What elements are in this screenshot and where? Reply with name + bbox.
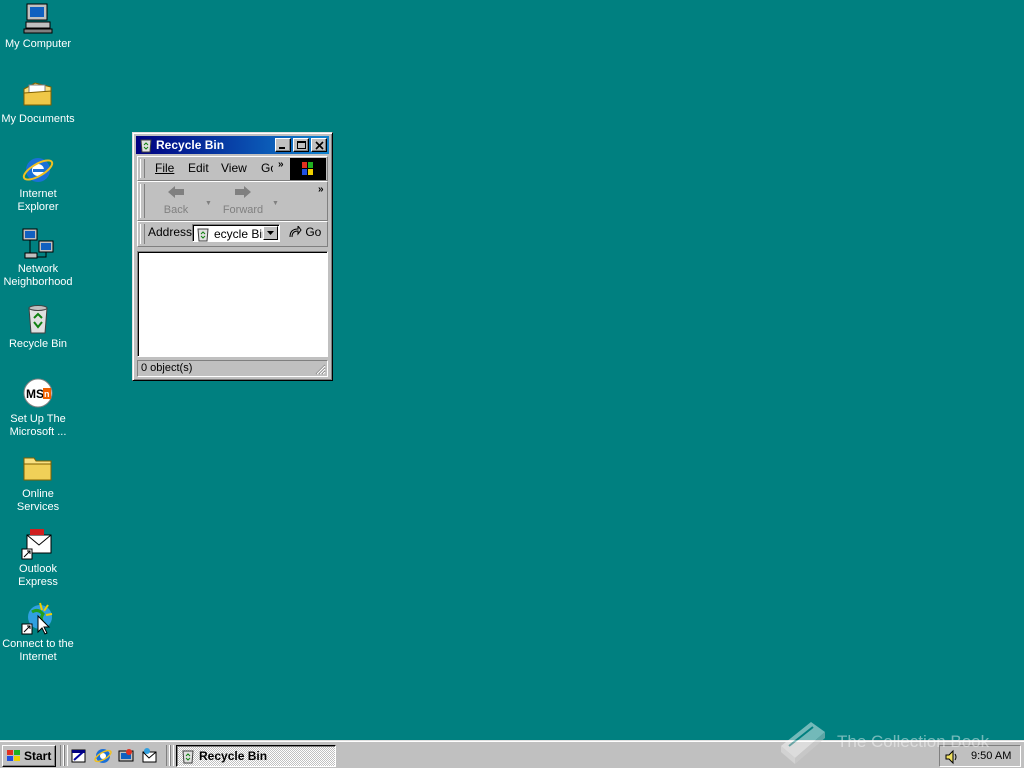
toolbar-chevron[interactable]: » [318, 184, 323, 195]
desktop-icon-internet-explorer[interactable]: Internet Explorer [0, 152, 76, 214]
svg-text:n: n [44, 389, 50, 399]
window-title: Recycle Bin [156, 138, 225, 152]
desktop-icon-network-neighborhood[interactable]: Network Neighborhood [0, 227, 76, 289]
status-text: 0 object(s) [141, 362, 193, 374]
windows-logo [290, 158, 326, 180]
desktop-icon-label: Internet [19, 188, 57, 200]
go-button[interactable]: Go [288, 224, 322, 239]
address-label: Address [148, 225, 193, 239]
file-list-area[interactable] [137, 251, 328, 357]
address-input[interactable]: ecycle Bin [192, 224, 280, 242]
back-arrow-icon [168, 186, 184, 198]
menu-go[interactable]: Go [261, 161, 273, 175]
windows-flag-icon [7, 750, 20, 761]
internet-explorer-icon [22, 158, 54, 182]
address-bar-grip[interactable] [140, 224, 145, 244]
recycle-bin-icon [182, 750, 194, 764]
taskbar-separator [64, 745, 68, 766]
title-bar[interactable]: Recycle Bin [136, 136, 329, 154]
resize-grip-icon[interactable] [314, 363, 326, 375]
desktop-icon-setup-msn[interactable]: MS n Set Up The Microsoft ... [0, 377, 76, 439]
taskbar-button-recycle-bin[interactable]: Recycle Bin [176, 745, 336, 767]
minimize-icon [279, 147, 285, 149]
standard-toolbar: Back ▼ Forward ▼ » [137, 181, 328, 221]
channels-icon[interactable] [117, 747, 135, 765]
recycle-bin-icon [197, 228, 209, 242]
desktop-icon-label: Microsoft ... [9, 426, 67, 438]
menu-bar-grip[interactable] [140, 159, 145, 178]
windows-flag-icon [302, 162, 313, 175]
desktop-icon-recycle-bin[interactable]: Recycle Bin [0, 302, 76, 351]
volume-icon[interactable] [944, 749, 960, 765]
desktop-icon-outlook-express[interactable]: Outlook Express [0, 527, 76, 589]
desktop-icon-label: Express [18, 576, 58, 588]
msn-icon: MS n [23, 378, 53, 408]
menu-edit[interactable]: Edit [188, 161, 209, 175]
recycle-bin-window: Recycle Bin File Edit View Go » [132, 132, 333, 381]
close-button[interactable] [311, 138, 327, 152]
folder-icon [23, 457, 52, 481]
desktop-icon-label: Online [22, 488, 54, 500]
system-tray: 9:50 AM [939, 745, 1021, 767]
desktop-icon-connect-internet[interactable]: Connect to the Internet [0, 602, 76, 664]
maximize-button[interactable] [293, 138, 309, 152]
clock[interactable]: 9:50 AM [971, 750, 1011, 762]
desktop-icon-label: Explorer [17, 201, 59, 213]
desktop-icon-my-documents[interactable]: My Documents [0, 77, 76, 126]
dropdown-arrow-icon [267, 231, 274, 235]
desktop-icon-label: Network [17, 263, 59, 275]
address-dropdown-button[interactable] [263, 226, 278, 240]
menu-bar: File Edit View Go » [137, 156, 328, 181]
maximize-icon [297, 141, 306, 149]
start-label: Start [24, 749, 52, 763]
taskbar: Start Recycle Bin 9:50 AM [0, 740, 1024, 768]
internet-explorer-icon[interactable] [94, 747, 112, 765]
svg-text:MS: MS [26, 387, 44, 401]
connect-wizard-icon [21, 602, 53, 635]
desktop-icon-label: Services [16, 501, 60, 513]
menu-file[interactable]: File [155, 161, 174, 175]
network-icon [22, 228, 54, 259]
computer-icon [23, 3, 53, 34]
go-arrow-icon [289, 224, 302, 238]
documents-folder-icon [23, 82, 52, 106]
address-bar: Address ecycle Bin Go [137, 221, 328, 247]
back-dropdown-icon[interactable]: ▼ [205, 200, 212, 207]
desktop-icon-label: Neighborhood [3, 276, 73, 288]
desktop-icon-online-services[interactable]: Online Services [0, 452, 76, 514]
forward-arrow-icon [235, 186, 251, 198]
address-value: ecycle Bin [214, 227, 264, 241]
back-button[interactable]: Back [150, 185, 202, 216]
menu-file-label: File [155, 161, 175, 175]
outlook-express-icon [21, 529, 52, 560]
show-desktop-icon[interactable] [70, 747, 88, 765]
desktop-icon-label: Recycle Bin [8, 338, 68, 350]
menu-chevron[interactable]: » [278, 159, 283, 170]
desktop-icon-label: Outlook [19, 563, 57, 575]
desktop-icon-label: My Computer [4, 38, 72, 50]
back-label: Back [163, 204, 189, 216]
toolbar-grip[interactable] [140, 184, 145, 218]
minimize-button[interactable] [275, 138, 291, 152]
go-label: Go [305, 225, 322, 239]
close-icon [315, 141, 324, 150]
desktop-icon-label: Connect to the [2, 638, 74, 650]
outlook-express-icon[interactable] [140, 747, 158, 765]
desktop-icon-label: Set Up The [10, 413, 66, 425]
desktop-icon-label: Internet [19, 651, 57, 663]
taskbar-separator [170, 745, 174, 766]
recycle-bin-icon [28, 305, 48, 334]
forward-label: Forward [222, 204, 264, 216]
recycle-bin-icon [140, 139, 152, 153]
status-bar: 0 object(s) [137, 360, 328, 377]
menu-view[interactable]: View [221, 161, 247, 175]
forward-dropdown-icon[interactable]: ▼ [272, 200, 279, 207]
start-button[interactable]: Start [2, 745, 56, 767]
desktop-icon-label: My Documents [1, 113, 75, 125]
forward-button[interactable]: Forward [217, 185, 269, 216]
desktop-icon-my-computer[interactable]: My Computer [0, 2, 76, 51]
taskbar-button-label: Recycle Bin [199, 749, 268, 763]
